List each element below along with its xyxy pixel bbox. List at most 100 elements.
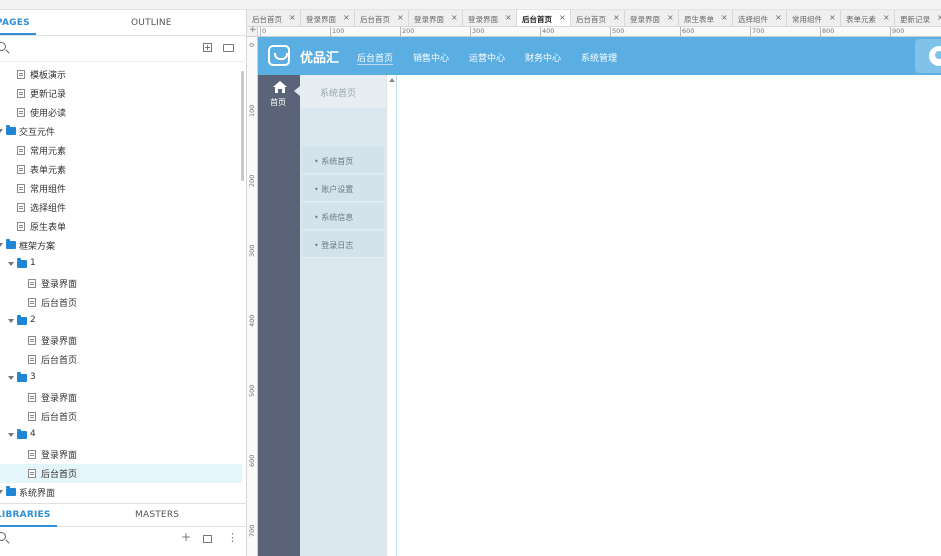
- document-tab-label: 常用组件: [792, 15, 822, 24]
- submenu-item-account[interactable]: • 账户设置: [302, 175, 384, 202]
- nav-item-finance[interactable]: 财务中心: [525, 51, 561, 64]
- tree-page[interactable]: 模板演示: [0, 65, 242, 84]
- tree-page[interactable]: 后台首页: [0, 407, 242, 426]
- close-tab-icon[interactable]: ×: [559, 13, 566, 22]
- tree-page[interactable]: 登录界面: [0, 331, 242, 350]
- tree-page[interactable]: 登录界面: [0, 388, 242, 407]
- add-library-icon[interactable]: +: [181, 530, 191, 544]
- close-tab-icon[interactable]: ×: [775, 13, 782, 22]
- tree-folder[interactable]: 4: [0, 426, 242, 445]
- tree-label: 后台首页: [41, 470, 78, 480]
- tree-page[interactable]: 更新记录: [0, 84, 242, 103]
- expand-arrow-icon[interactable]: [0, 243, 3, 247]
- nav-item-system[interactable]: 系统管理: [581, 51, 617, 64]
- tree-label: 原生表单: [30, 223, 67, 233]
- document-tab[interactable]: 更新记录 ×: [895, 10, 941, 26]
- tree-scrollbar[interactable]: [241, 71, 244, 181]
- submenu-scrollbar[interactable]: [386, 75, 397, 556]
- tab-libraries[interactable]: LIBRARIES: [0, 510, 57, 527]
- tab-masters[interactable]: MASTERS: [135, 510, 179, 520]
- tree-page[interactable]: 后台首页: [0, 350, 242, 369]
- ruler-label: 400: [542, 27, 555, 35]
- document-tab[interactable]: 登录界面 ×: [463, 10, 517, 26]
- expand-arrow-icon[interactable]: [0, 129, 3, 133]
- tree-page[interactable]: 常用组件: [0, 179, 242, 198]
- tree-page[interactable]: 登录界面: [0, 445, 242, 464]
- close-tab-icon[interactable]: ×: [397, 13, 404, 22]
- close-tab-icon[interactable]: ×: [613, 13, 620, 22]
- expand-arrow-icon[interactable]: [8, 433, 14, 437]
- document-tab[interactable]: 常用组件 ×: [787, 10, 841, 26]
- close-tab-icon[interactable]: ×: [505, 13, 512, 22]
- close-tab-icon[interactable]: ×: [343, 13, 350, 22]
- library-search-icon[interactable]: [0, 532, 6, 541]
- submenu-item-log[interactable]: • 登录日志: [302, 231, 384, 258]
- ruler-label: 900: [892, 27, 905, 35]
- document-tab[interactable]: 原生表单 ×: [679, 10, 733, 26]
- tree-folder[interactable]: 1: [0, 255, 242, 274]
- tree-page[interactable]: 使用必读: [0, 103, 242, 122]
- user-button[interactable]: [915, 39, 941, 73]
- tree-folder[interactable]: 2: [0, 312, 242, 331]
- tree-folder[interactable]: 3: [0, 369, 242, 388]
- tree-page[interactable]: 常用元素: [0, 141, 242, 160]
- document-tab-label: 后台首页: [522, 15, 552, 24]
- nav-item-sales[interactable]: 销售中心: [413, 51, 449, 64]
- home-label[interactable]: 首页: [270, 97, 286, 108]
- close-tab-icon[interactable]: ×: [829, 13, 836, 22]
- tree-page[interactable]: 后台首页: [0, 464, 242, 483]
- document-tab[interactable]: 表单元素 ×: [841, 10, 895, 26]
- tree-label: 表单元素: [30, 166, 67, 176]
- document-tab-label: 登录界面: [468, 15, 498, 24]
- tree-page[interactable]: 表单元素: [0, 160, 242, 179]
- page-icon: [17, 70, 25, 79]
- ruler-label: 700: [248, 524, 256, 537]
- tab-pages[interactable]: PAGES: [0, 18, 36, 35]
- ruler-tick: [890, 27, 891, 37]
- page-icon: [28, 336, 36, 345]
- close-tab-icon[interactable]: ×: [721, 13, 728, 22]
- tree-folder[interactable]: 框架方案: [0, 236, 242, 255]
- search-icon[interactable]: [0, 42, 6, 51]
- close-tab-icon[interactable]: ×: [883, 13, 890, 22]
- tab-outline[interactable]: OUTLINE: [131, 18, 172, 28]
- document-tab[interactable]: 后台首页 ×: [517, 10, 571, 26]
- nav-item-operations[interactable]: 运营中心: [469, 51, 505, 64]
- expand-arrow-icon[interactable]: [8, 376, 14, 380]
- close-tab-icon[interactable]: ×: [937, 13, 941, 22]
- close-tab-icon[interactable]: ×: [667, 13, 674, 22]
- tree-folder[interactable]: 系统界面: [0, 483, 242, 502]
- more-options-icon[interactable]: ⋮: [227, 531, 238, 544]
- close-tab-icon[interactable]: ×: [451, 13, 458, 22]
- tree-label: 4: [30, 429, 36, 439]
- tree-label: 模板演示: [30, 71, 67, 81]
- expand-arrow-icon[interactable]: [8, 319, 14, 323]
- submenu-item-home[interactable]: • 系统首页: [302, 147, 384, 174]
- nav-item-home[interactable]: 后台首页: [357, 51, 394, 65]
- add-folder-icon[interactable]: [223, 44, 234, 52]
- expand-arrow-icon[interactable]: [0, 490, 3, 494]
- document-tab[interactable]: 登录界面 ×: [409, 10, 463, 26]
- ruler-tick: [470, 27, 471, 37]
- duplicate-icon[interactable]: [203, 535, 212, 543]
- ruler-label: 200: [402, 27, 415, 35]
- close-tab-icon[interactable]: ×: [289, 13, 296, 22]
- tree-page[interactable]: 选择组件: [0, 198, 242, 217]
- document-tab[interactable]: 后台首页 ×: [571, 10, 625, 26]
- document-tab-label: 原生表单: [684, 15, 714, 24]
- tree-page[interactable]: 登录界面: [0, 274, 242, 293]
- tree-folder[interactable]: 交互元件: [0, 122, 242, 141]
- tree-page[interactable]: 后台首页: [0, 293, 242, 312]
- tree-label: 后台首页: [41, 356, 78, 366]
- tree-page[interactable]: 原生表单: [0, 217, 242, 236]
- submenu-item-info[interactable]: • 系统信息: [302, 203, 384, 230]
- document-tab[interactable]: 选择组件 ×: [733, 10, 787, 26]
- document-tab[interactable]: 后台首页 ×: [355, 10, 409, 26]
- tree-label: 框架方案: [19, 242, 56, 252]
- document-tab[interactable]: 登录界面 ×: [625, 10, 679, 26]
- expand-arrow-icon[interactable]: [8, 262, 14, 266]
- ruler-label: 500: [248, 384, 256, 397]
- add-page-icon[interactable]: [203, 43, 212, 52]
- pages-panel: PAGES OUTLINE 模板演示更新记录使用必读交互元件常用元素表单元素常用…: [0, 10, 247, 556]
- document-tab[interactable]: 登录界面 ×: [301, 10, 355, 26]
